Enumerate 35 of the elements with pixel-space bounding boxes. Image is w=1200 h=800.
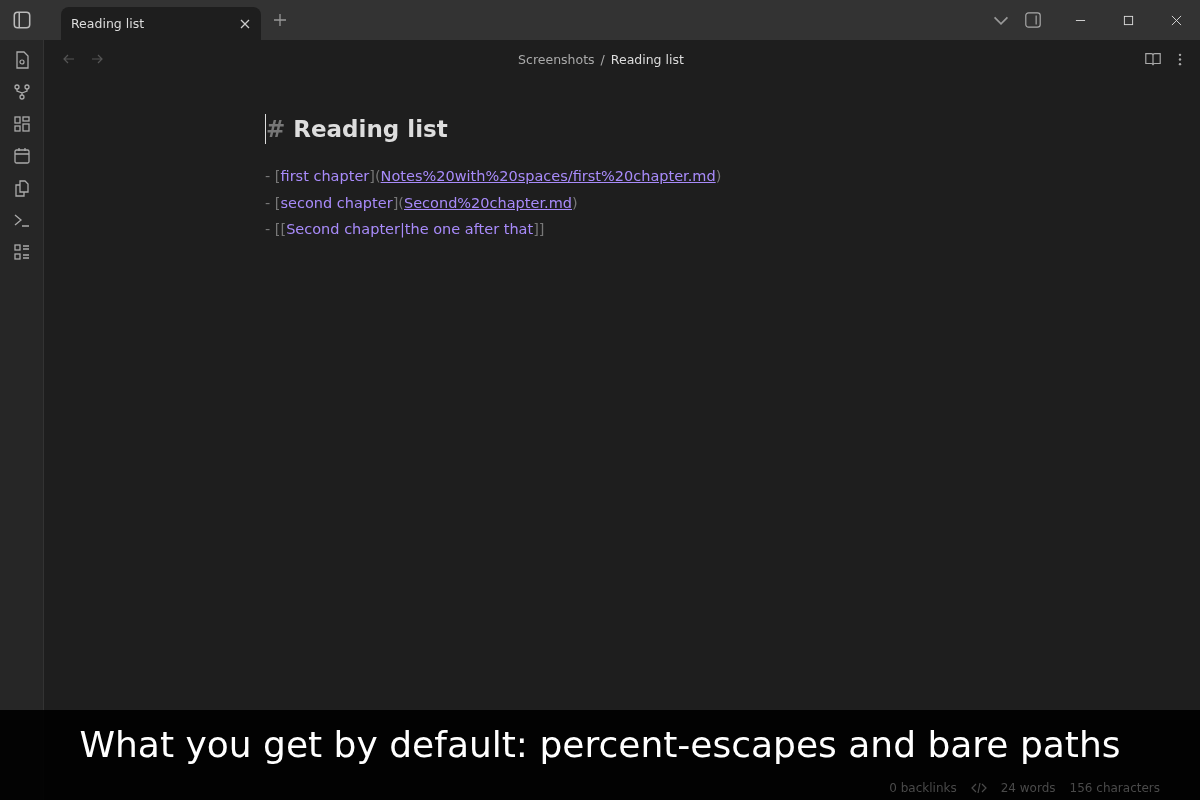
markdown-syntax: - [	[265, 167, 281, 186]
character-count: 156 characters	[1069, 781, 1160, 795]
heading: Reading list	[293, 116, 448, 142]
list-icon[interactable]	[11, 242, 32, 262]
calendar-icon[interactable]	[11, 146, 32, 166]
backlinks-count: 0 backlinks	[889, 781, 957, 795]
breadcrumb-file[interactable]: Reading list	[610, 51, 684, 67]
more-options-icon[interactable]	[1178, 52, 1182, 66]
markdown-syntax: ](	[369, 167, 381, 186]
word-count: 24 words	[1000, 781, 1056, 795]
maximize-icon[interactable]	[1123, 14, 1134, 26]
markdown-syntax: )	[572, 193, 578, 213]
markdown-syntax: - [	[265, 193, 281, 213]
breadcrumb-separator: /	[600, 51, 605, 67]
caption: What you get by default: percent-escapes and bare paths	[79, 725, 1121, 765]
close-icon[interactable]	[239, 17, 251, 30]
link-url[interactable]: Notes%20with%20spaces/first%20chapter.md	[380, 163, 716, 190]
link-url[interactable]: Second%20chapter.md	[404, 189, 572, 216]
markdown-syntax: ]]	[533, 220, 545, 239]
heading-marker: #	[266, 116, 286, 142]
graph-icon[interactable]	[11, 82, 32, 102]
markdown-syntax: )	[715, 167, 722, 186]
plus-icon[interactable]	[273, 13, 287, 27]
link-text: Second chapter|the one after that	[286, 220, 534, 240]
tab[interactable]: Reading list	[61, 7, 261, 40]
grid-icon[interactable]	[11, 114, 32, 134]
book-icon[interactable]	[1144, 50, 1162, 68]
markdown-syntax: - [[	[265, 220, 287, 239]
sidebar-toggle-icon[interactable]	[11, 9, 33, 31]
breadcrumb-folder[interactable]: Screenshots	[518, 51, 595, 67]
right-sidebar-icon[interactable]	[1024, 11, 1042, 29]
link-text: first chapter	[280, 167, 370, 186]
close-icon[interactable]	[1171, 14, 1182, 26]
markdown-syntax: ](	[392, 193, 404, 213]
link-text: second chapter	[280, 193, 393, 213]
